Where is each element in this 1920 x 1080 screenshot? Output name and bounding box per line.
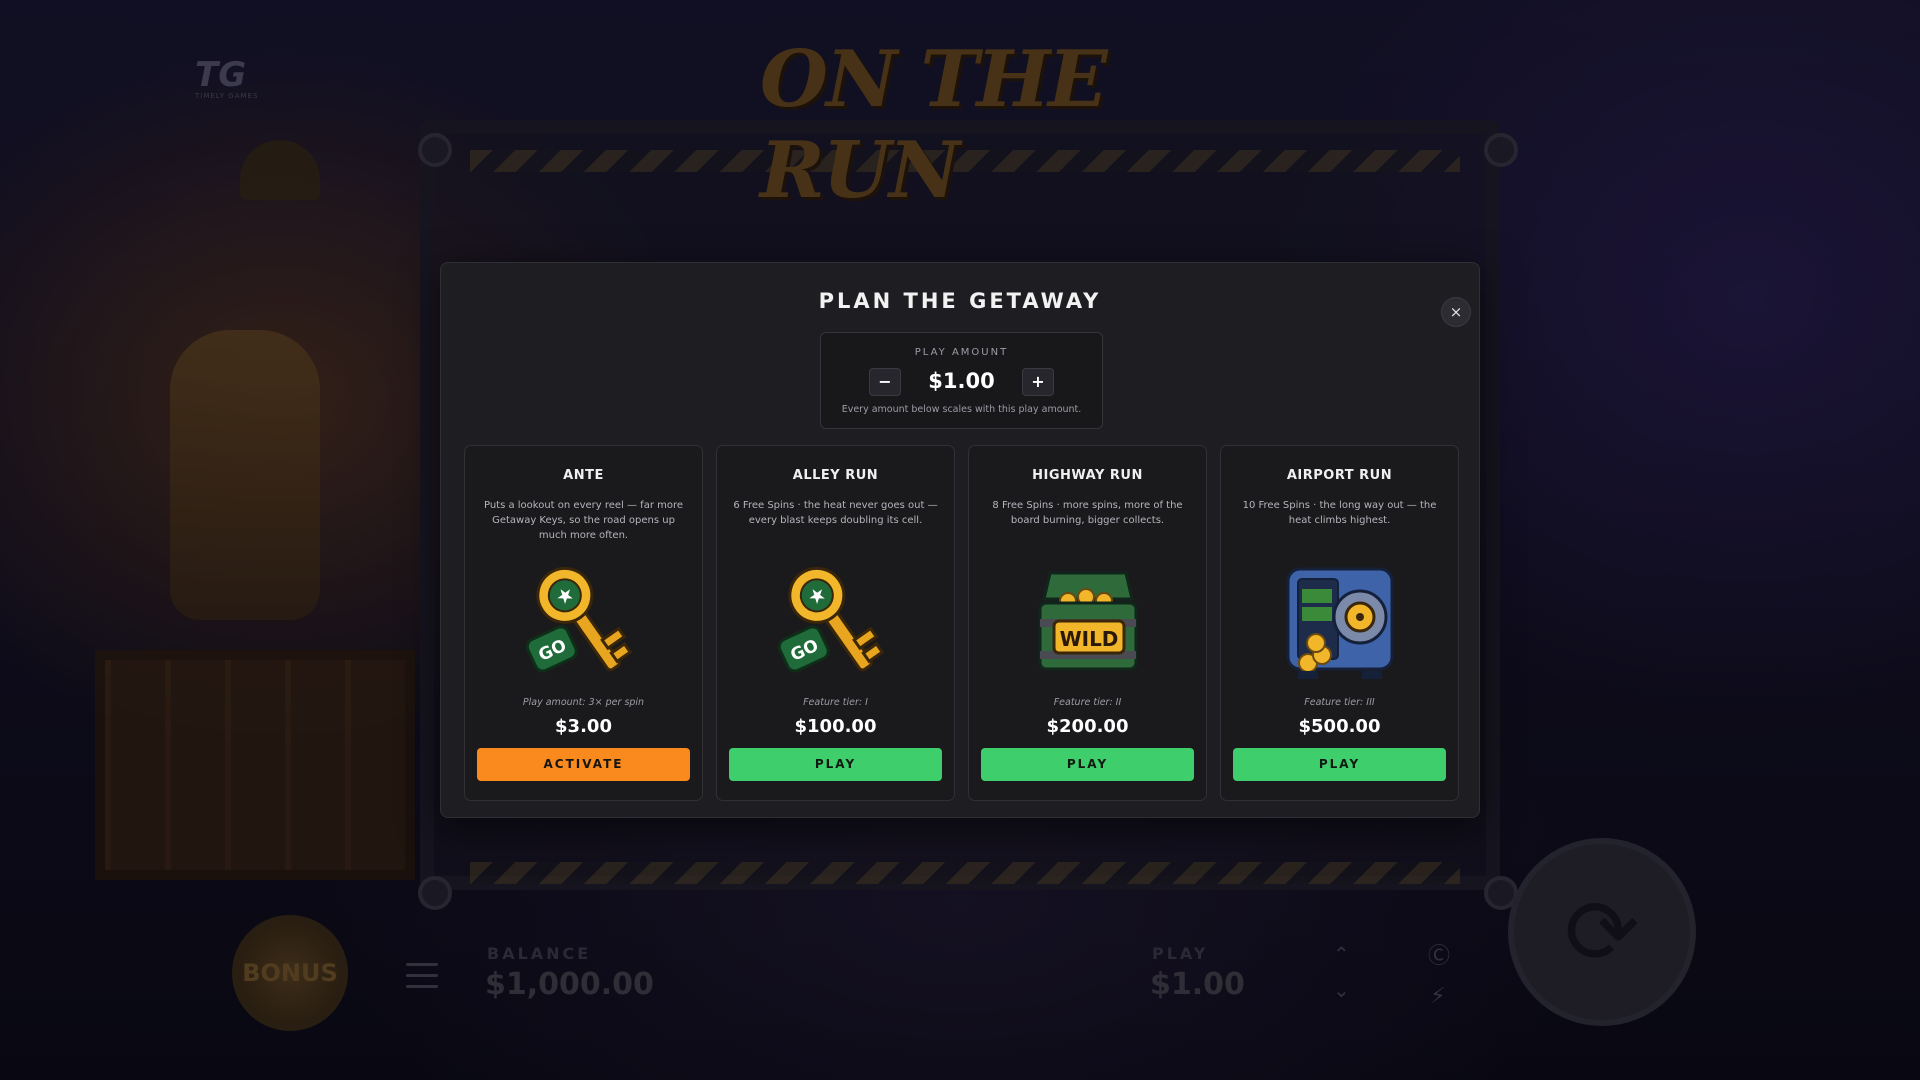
getaway-modal: PLAN THE GETAWAY × PLAY AMOUNT − $1.00 +… xyxy=(440,262,1480,818)
increase-amount-button[interactable]: + xyxy=(1022,368,1054,396)
card-description: 6 Free Spins · the heat never goes out —… xyxy=(733,500,938,526)
card-price: $500.00 xyxy=(1298,716,1381,737)
card-title: ANTE xyxy=(563,468,604,483)
play-amount-label: PLAY AMOUNT xyxy=(914,347,1009,358)
card-tier: Play amount: 3× per spin xyxy=(522,697,645,708)
activate-ante-button[interactable]: ACTIVATE xyxy=(477,748,690,781)
modal-title: PLAN THE GETAWAY xyxy=(818,289,1102,313)
feature-card-ante: ANTE Puts a lookout on every reel — far … xyxy=(464,445,703,801)
card-price: $100.00 xyxy=(794,716,877,737)
play-amount-note: Every amount below scales with this play… xyxy=(841,404,1082,415)
card-description: 10 Free Spins · the long way out — the h… xyxy=(1242,500,1437,526)
card-price: $200.00 xyxy=(1046,716,1129,737)
card-tier: Feature tier: I xyxy=(803,697,868,708)
feature-card-alley-run: ALLEY RUN 6 Free Spins · the heat never … xyxy=(716,445,955,801)
play-highway-run-button[interactable]: PLAY xyxy=(981,748,1194,781)
card-tier: Feature tier: III xyxy=(1304,697,1375,708)
vault-safe-icon xyxy=(1286,567,1394,679)
card-tier: Feature tier: II xyxy=(1053,697,1122,708)
card-description: 8 Free Spins · more spins, more of the b… xyxy=(992,500,1183,526)
feature-card-airport-run: AIRPORT RUN 10 Free Spins · the long way… xyxy=(1220,445,1459,801)
play-amount-value: $1.00 xyxy=(928,369,995,393)
card-title: ALLEY RUN xyxy=(792,468,879,483)
wild-chest-icon: WILD xyxy=(1038,571,1138,671)
play-airport-run-button[interactable]: PLAY xyxy=(1233,748,1446,781)
feature-card-highway-run: HIGHWAY RUN 8 Free Spins · more spins, m… xyxy=(968,445,1207,801)
card-title: AIRPORT RUN xyxy=(1286,468,1393,483)
getaway-key-icon: ★ GO xyxy=(525,566,633,673)
close-button[interactable]: × xyxy=(1441,297,1471,327)
play-amount-panel: PLAY AMOUNT − $1.00 + Every amount below… xyxy=(820,332,1103,429)
getaway-key-icon: ★ GO xyxy=(777,566,885,673)
wild-text: WILD xyxy=(1060,627,1119,651)
play-alley-run-button[interactable]: PLAY xyxy=(729,748,942,781)
card-price: $3.00 xyxy=(555,716,612,737)
card-title: HIGHWAY RUN xyxy=(1032,468,1143,483)
card-description: Puts a lookout on every reel — far more … xyxy=(483,500,684,541)
